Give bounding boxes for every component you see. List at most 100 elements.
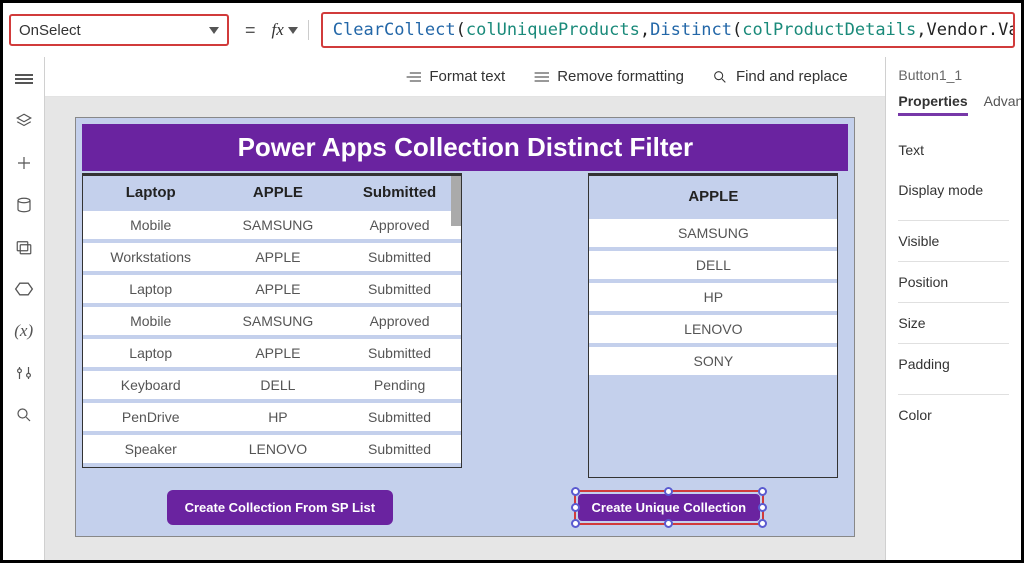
table-row[interactable]: LaptopAPPLESubmitted <box>83 339 461 369</box>
table-row[interactable]: MobileSAMSUNGApproved <box>83 307 461 337</box>
fx-icon: fx <box>272 20 284 40</box>
property-row[interactable]: Padding <box>898 343 1009 384</box>
chevron-down-icon <box>288 27 298 34</box>
selection-handle[interactable] <box>664 519 673 528</box>
remove-formatting-button[interactable]: Remove formatting <box>533 68 684 85</box>
selection-handle[interactable] <box>571 487 580 496</box>
table-cell: HP <box>589 283 837 313</box>
table-cell: Speaker <box>83 435 218 465</box>
table-row[interactable]: KeyboardDELLPending <box>83 371 461 401</box>
create-unique-collection-button[interactable]: Create Unique Collection <box>578 494 761 521</box>
table-header[interactable]: Submitted <box>338 178 462 209</box>
table-cell: Laptop <box>83 275 218 305</box>
product-details-table[interactable]: LaptopAPPLESubmittedMobileSAMSUNGApprove… <box>83 176 461 467</box>
left-toolbar: (x) <box>3 57 45 560</box>
table-header[interactable]: Laptop <box>83 178 218 209</box>
table-header[interactable]: APPLE <box>218 178 338 209</box>
formula-toolbar: Format text Remove formatting Find and r… <box>45 57 885 97</box>
property-row[interactable]: Visible <box>898 220 1009 261</box>
format-text-button[interactable]: Format text <box>405 68 505 85</box>
equals-label: = <box>239 20 262 41</box>
table-cell: HP <box>218 403 338 433</box>
tab-advanced[interactable]: Advance <box>984 93 1021 116</box>
formula-token: Distinct <box>650 20 732 40</box>
selection-handle[interactable] <box>571 503 580 512</box>
formula-token: ClearCollect <box>333 20 456 40</box>
table-row[interactable]: SONY <box>589 347 837 377</box>
table-row[interactable]: MobileSAMSUNGApproved <box>83 211 461 241</box>
scrollbar[interactable] <box>451 176 461 226</box>
table-cell: SAMSUNG <box>589 219 837 249</box>
table-cell: SAMSUNG <box>218 211 338 241</box>
menu-icon[interactable] <box>14 69 34 89</box>
search-icon[interactable] <box>14 405 34 425</box>
property-row[interactable]: Position <box>898 261 1009 302</box>
find-replace-label: Find and replace <box>736 68 848 85</box>
tools-icon[interactable] <box>14 363 34 383</box>
find-replace-button[interactable]: Find and replace <box>712 68 848 85</box>
table-cell: APPLE <box>589 178 837 217</box>
data-icon[interactable] <box>14 195 34 215</box>
create-collection-button[interactable]: Create Collection From SP List <box>167 490 393 525</box>
table-cell: Submitted <box>338 243 462 273</box>
layers-icon[interactable] <box>14 111 34 131</box>
plus-icon[interactable] <box>14 153 34 173</box>
selection-handle[interactable] <box>571 519 580 528</box>
property-row[interactable]: Color <box>898 394 1009 435</box>
table-cell: Laptop <box>83 339 218 369</box>
table-cell: Submitted <box>338 403 462 433</box>
table-row[interactable]: LaptopAPPLESubmitted <box>83 275 461 305</box>
table-cell: Mobile <box>83 307 218 337</box>
flow-icon[interactable] <box>14 279 34 299</box>
property-row[interactable]: Display mode <box>898 170 1009 210</box>
variables-icon[interactable]: (x) <box>14 321 34 341</box>
chevron-down-icon <box>209 27 219 34</box>
table-cell: Mobile <box>83 211 218 241</box>
table-cell: Submitted <box>338 339 462 369</box>
table-row[interactable]: DELL <box>589 251 837 281</box>
table-cell: LENOVO <box>218 435 338 465</box>
formula-bar[interactable]: ClearCollect(colUniqueProducts,Distinct(… <box>321 12 1015 48</box>
table-row[interactable]: SpeakerLENOVOSubmitted <box>83 435 461 465</box>
table-row[interactable]: APPLE <box>589 178 837 217</box>
table-cell: DELL <box>218 371 338 401</box>
table-cell: SONY <box>589 347 837 377</box>
table-cell: Submitted <box>338 435 462 465</box>
media-icon[interactable] <box>14 237 34 257</box>
property-row[interactable]: Text <box>898 130 1009 170</box>
control-name: Button1_1 <box>898 67 1009 83</box>
formula-token: , <box>640 20 650 40</box>
selection-handle[interactable] <box>758 519 767 528</box>
table-row[interactable]: SAMSUNG <box>589 219 837 249</box>
unique-products-table[interactable]: APPLESAMSUNGDELLHPLENOVOSONY <box>589 176 837 379</box>
tab-properties[interactable]: Properties <box>898 93 967 116</box>
table-cell: APPLE <box>218 243 338 273</box>
table-row[interactable]: HP <box>589 283 837 313</box>
formula-token: colUniqueProducts <box>466 20 640 40</box>
table-row[interactable]: LENOVO <box>589 315 837 345</box>
table-cell: SAMSUNG <box>218 307 338 337</box>
selection-handle[interactable] <box>758 487 767 496</box>
properties-panel: Button1_1 Properties Advance TextDisplay… <box>885 57 1021 560</box>
formula-token: ,Vendor.Value)) <box>916 20 1015 40</box>
table-row[interactable]: PenDriveHPSubmitted <box>83 403 461 433</box>
canvas[interactable]: Power Apps Collection Distinct Filter La… <box>75 117 855 537</box>
remove-formatting-label: Remove formatting <box>557 68 684 85</box>
property-selector[interactable]: OnSelect <box>9 14 229 46</box>
property-row[interactable]: Size <box>898 302 1009 343</box>
table-cell: DELL <box>589 251 837 281</box>
table-cell: APPLE <box>218 275 338 305</box>
selection-handle[interactable] <box>758 503 767 512</box>
table-cell: Keyboard <box>83 371 218 401</box>
table-cell: PenDrive <box>83 403 218 433</box>
table-row[interactable]: WorkstationsAPPLESubmitted <box>83 243 461 273</box>
format-text-label: Format text <box>429 68 505 85</box>
selected-control-outline: Create Unique Collection <box>574 490 765 525</box>
table-cell: LENOVO <box>589 315 837 345</box>
selection-handle[interactable] <box>664 487 673 496</box>
fx-dropdown[interactable]: fx <box>272 20 309 40</box>
property-selector-value: OnSelect <box>19 22 81 39</box>
formula-token: colProductDetails <box>742 20 916 40</box>
table-cell: Approved <box>338 211 462 241</box>
table-cell: Approved <box>338 307 462 337</box>
